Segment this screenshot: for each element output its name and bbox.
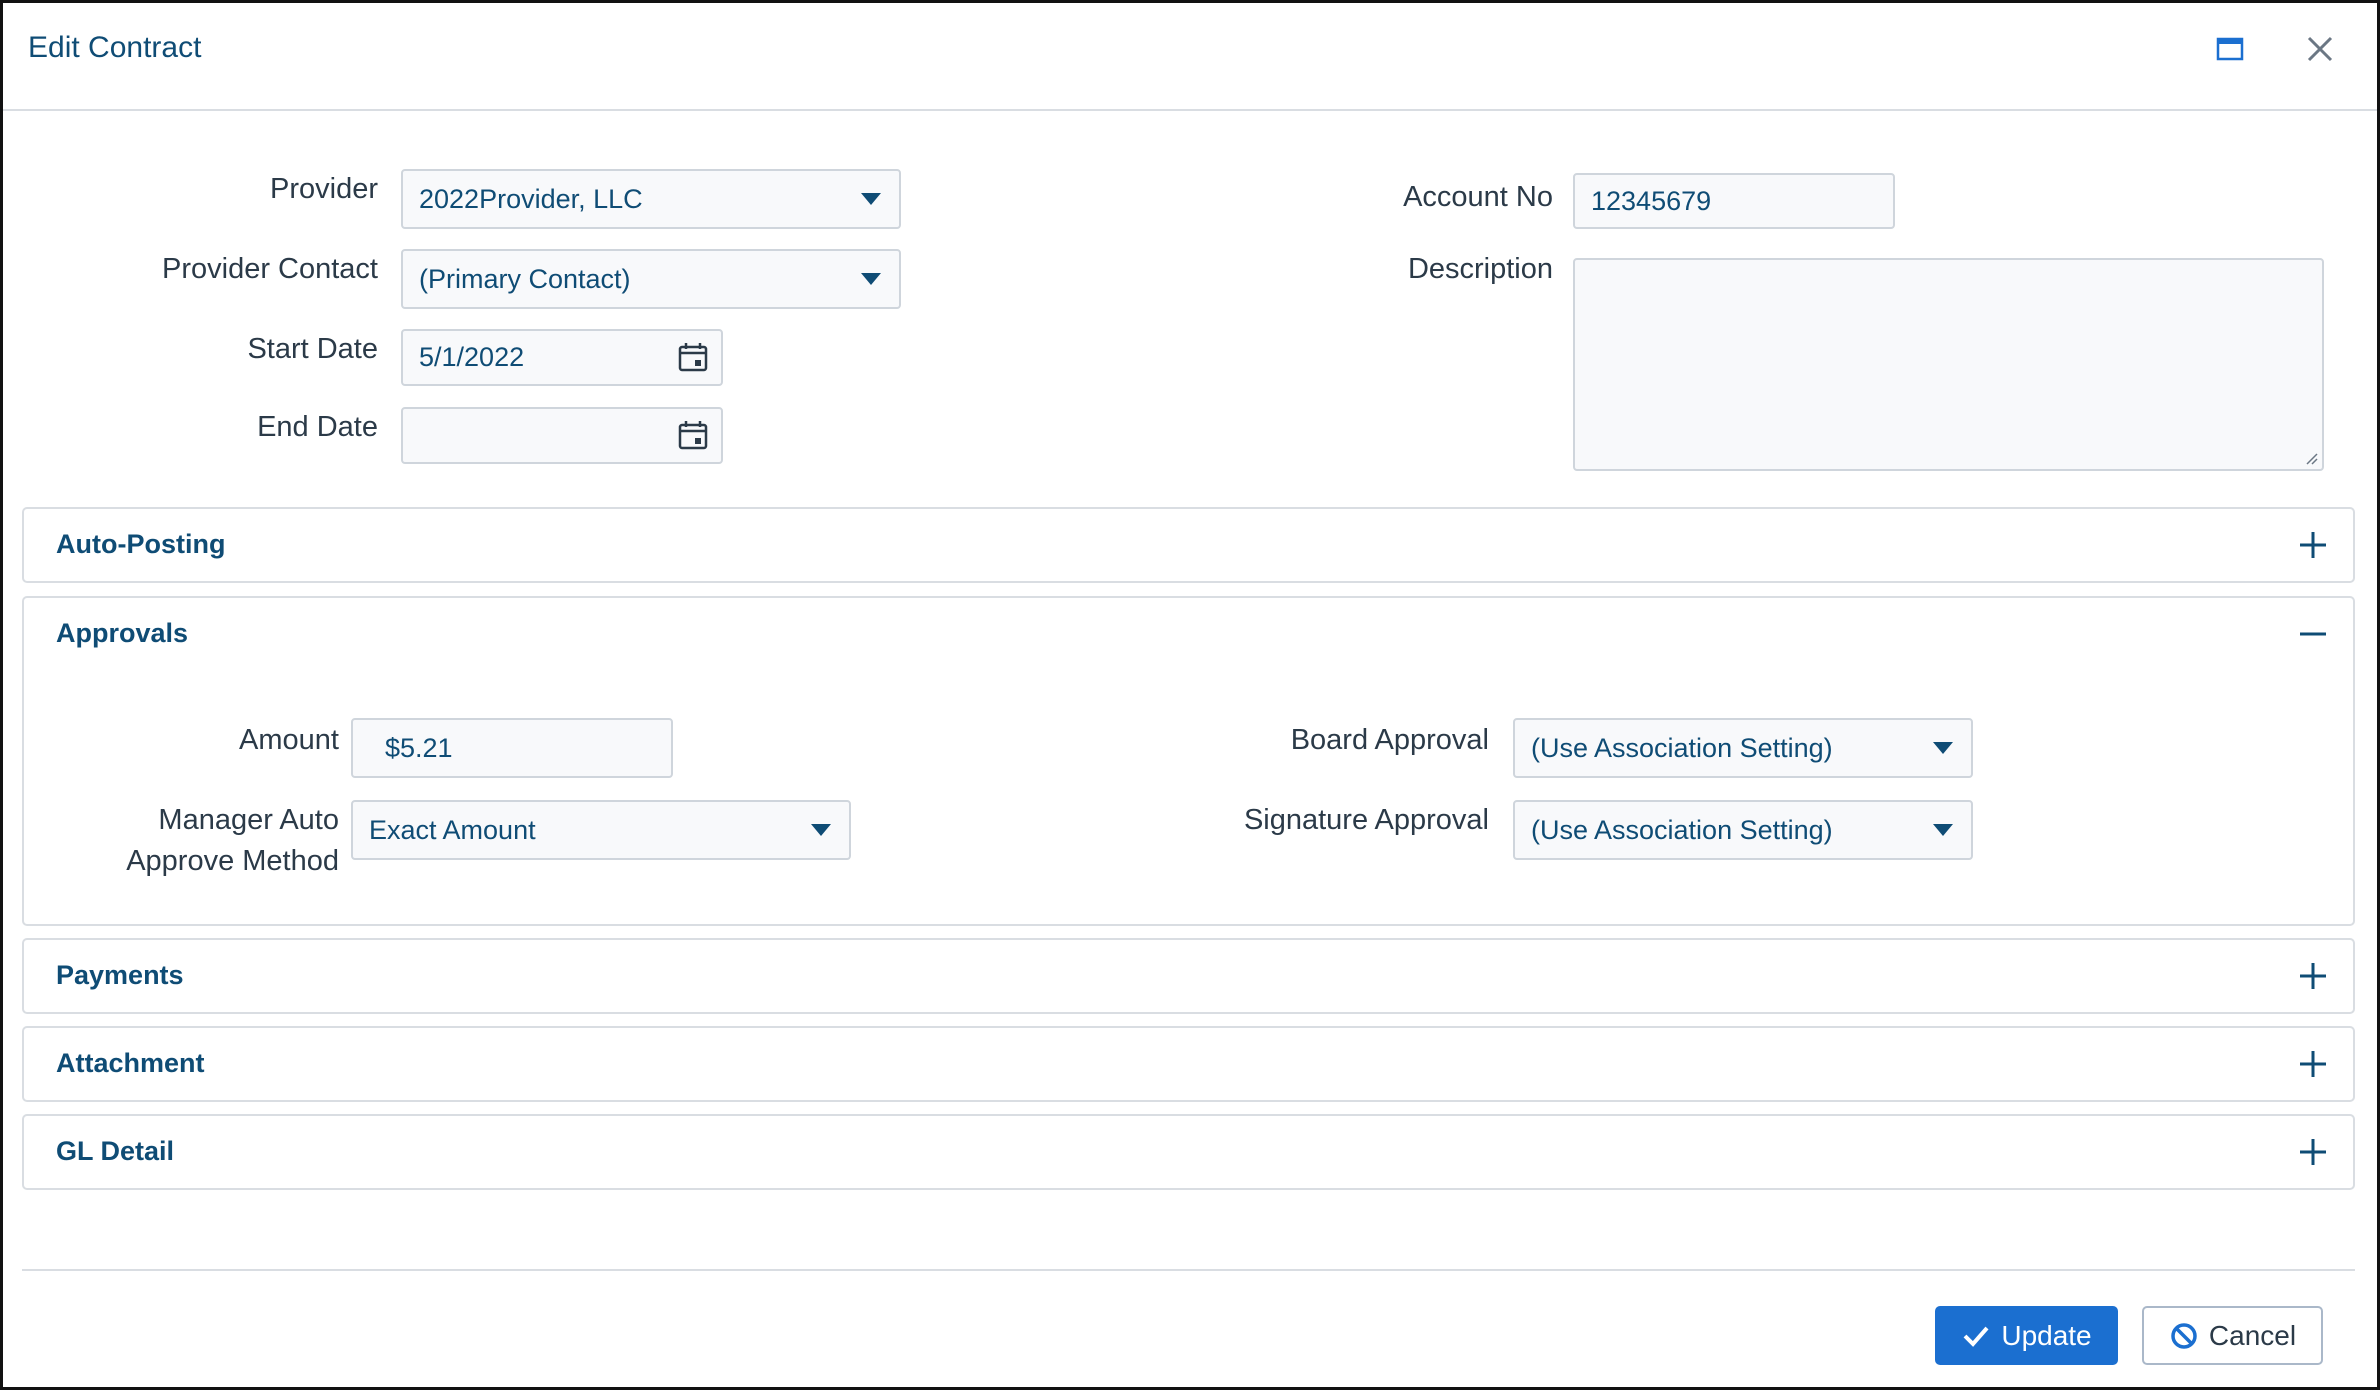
panel-auto-posting-title: Auto-Posting bbox=[56, 529, 226, 559]
cancel-button[interactable]: Cancel bbox=[2142, 1306, 2323, 1365]
panel-gl-detail[interactable]: GL Detail bbox=[22, 1114, 2355, 1190]
panel-approvals-title[interactable]: Approvals bbox=[56, 618, 188, 649]
chevron-down-icon bbox=[1933, 824, 1953, 836]
plus-icon[interactable] bbox=[2297, 1136, 2329, 1168]
start-date-input[interactable]: 5/1/2022 bbox=[401, 329, 723, 386]
provider-contact-value: (Primary Contact) bbox=[419, 263, 631, 294]
plus-icon[interactable] bbox=[2297, 529, 2329, 561]
board-approval-label: Board Approval bbox=[1290, 724, 1489, 756]
provider-select[interactable]: 2022Provider, LLC bbox=[401, 169, 901, 229]
window-maximize-icon[interactable] bbox=[2215, 34, 2249, 68]
provider-contact-label: Provider Contact bbox=[162, 253, 378, 285]
manager-approve-method-label: Manager Auto Approve Method bbox=[34, 800, 339, 882]
amount-label: Amount bbox=[239, 724, 339, 756]
resize-handle-icon[interactable] bbox=[2304, 451, 2318, 465]
dialog-title: Edit Contract bbox=[28, 31, 202, 64]
provider-value: 2022Provider, LLC bbox=[419, 183, 643, 214]
update-button[interactable]: Update bbox=[1935, 1306, 2118, 1365]
check-icon bbox=[1963, 1326, 1989, 1347]
signature-approval-value: (Use Association Setting) bbox=[1531, 814, 1833, 845]
signature-approval-label: Signature Approval bbox=[1243, 804, 1489, 836]
board-approval-value: (Use Association Setting) bbox=[1531, 732, 1833, 763]
minus-icon[interactable] bbox=[2297, 618, 2329, 650]
chevron-down-icon bbox=[861, 273, 881, 285]
provider-contact-select[interactable]: (Primary Contact) bbox=[401, 249, 901, 309]
signature-approval-select[interactable]: (Use Association Setting) bbox=[1513, 800, 1973, 860]
panel-gl-detail-title: GL Detail bbox=[56, 1136, 175, 1166]
update-button-label: Update bbox=[2001, 1319, 2092, 1351]
end-date-input[interactable] bbox=[401, 407, 723, 464]
account-no-input[interactable]: 12345679 bbox=[1573, 173, 1895, 229]
ban-icon bbox=[2171, 1322, 2197, 1349]
footer-divider bbox=[22, 1269, 2355, 1271]
start-date-value: 5/1/2022 bbox=[419, 342, 525, 372]
cancel-button-label: Cancel bbox=[2208, 1319, 2297, 1351]
account-no-label: Account No bbox=[1403, 181, 1553, 213]
provider-label: Provider bbox=[270, 173, 378, 205]
panel-auto-posting[interactable]: Auto-Posting bbox=[22, 507, 2355, 583]
panel-payments-title: Payments bbox=[56, 960, 184, 990]
panel-approvals: Approvals Amount $5.21 Manager Auto Appr… bbox=[22, 596, 2355, 926]
panel-payments[interactable]: Payments bbox=[22, 938, 2355, 1014]
amount-input[interactable]: $5.21 bbox=[351, 718, 673, 778]
manager-approve-method-select[interactable]: Exact Amount bbox=[351, 800, 851, 860]
description-label: Description bbox=[1407, 253, 1553, 285]
chevron-down-icon bbox=[1933, 742, 1953, 754]
panel-attachment[interactable]: Attachment bbox=[22, 1026, 2355, 1102]
amount-value: $5.21 bbox=[385, 732, 453, 763]
account-no-value: 12345679 bbox=[1591, 185, 1712, 216]
description-textarea[interactable] bbox=[1573, 258, 2324, 471]
start-date-label: Start Date bbox=[247, 333, 378, 365]
calendar-icon[interactable] bbox=[675, 417, 711, 453]
manager-label-line2: Approve Method bbox=[126, 845, 339, 877]
end-date-label: End Date bbox=[257, 411, 378, 443]
calendar-icon[interactable] bbox=[675, 339, 711, 375]
plus-icon[interactable] bbox=[2297, 1048, 2329, 1080]
chevron-down-icon bbox=[861, 193, 881, 205]
manager-approve-method-value: Exact Amount bbox=[369, 814, 536, 845]
plus-icon[interactable] bbox=[2297, 960, 2329, 992]
chevron-down-icon bbox=[811, 824, 831, 836]
board-approval-select[interactable]: (Use Association Setting) bbox=[1513, 718, 1973, 778]
close-icon[interactable] bbox=[2303, 32, 2337, 66]
edit-contract-dialog: Edit Contract Provider 2022Provider, LLC… bbox=[0, 0, 2380, 1390]
manager-label-line1: Manager Auto bbox=[158, 804, 339, 836]
dialog-titlebar: Edit Contract bbox=[3, 3, 2377, 111]
panel-attachment-title: Attachment bbox=[56, 1048, 205, 1078]
